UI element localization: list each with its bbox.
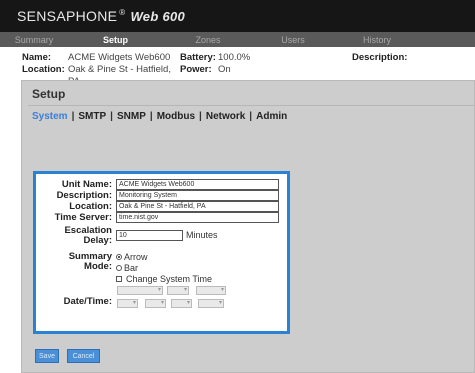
- battery-value: 100.0%: [218, 52, 251, 63]
- setup-subtabs: System | SMTP | SNMP | Modbus | Network …: [32, 111, 287, 122]
- subtab-system[interactable]: System: [32, 111, 68, 122]
- description-label: Description:: [56, 190, 112, 201]
- location-label: Location:: [22, 64, 65, 75]
- radio-selected-icon: [116, 254, 122, 260]
- nav-tab-summary[interactable]: Summary: [0, 32, 68, 47]
- main-nav: Summary Setup Zones Users History: [0, 32, 475, 47]
- datetime-label: Date/Time:: [63, 296, 112, 307]
- unit-name-input[interactable]: ACME Widgets Web600: [116, 179, 279, 190]
- time-server-label: Time Server:: [54, 212, 112, 223]
- mode-bar-label: Bar: [124, 263, 139, 273]
- subtab-modbus[interactable]: Modbus: [157, 111, 195, 122]
- top-bar: SENSAPHONE ® Web 600: [0, 0, 475, 32]
- mode-arrow-radio[interactable]: Arrow: [116, 252, 148, 262]
- change-time-label: Change System Time: [126, 274, 213, 284]
- escalation-delay-input[interactable]: 10: [116, 230, 183, 241]
- cancel-button[interactable]: Cancel: [67, 349, 100, 363]
- subtab-separator: |: [149, 111, 153, 122]
- location-value: Oak & Pine St - Hatfield, PA: [68, 64, 171, 87]
- system-form: Unit Name: ACME Widgets Web600 Descripti…: [33, 171, 290, 334]
- escalation-delay-label: Escalation Delay:: [64, 225, 112, 246]
- name-label: Name:: [22, 52, 52, 63]
- change-time-checkbox[interactable]: Change System Time: [116, 274, 212, 284]
- subtab-separator: |: [249, 111, 253, 122]
- time-server-input[interactable]: time.nist.gov: [116, 212, 279, 223]
- setup-panel: Setup System | SMTP | SNMP | Modbus | Ne…: [21, 80, 475, 373]
- subtab-smtp[interactable]: SMTP: [78, 111, 106, 122]
- hour-select[interactable]: [117, 299, 138, 308]
- nav-tab-zones[interactable]: Zones: [163, 32, 253, 47]
- escalation-unit: Minutes: [186, 230, 218, 240]
- brand-logo: SENSAPHONE ® Web 600: [17, 8, 185, 24]
- nav-tab-setup[interactable]: Setup: [68, 32, 163, 47]
- brand-name: SENSAPHONE: [17, 8, 118, 24]
- year-select[interactable]: [196, 286, 226, 295]
- brand-model: Web 600: [130, 9, 186, 24]
- battery-label: Battery:: [180, 52, 216, 63]
- subtab-separator: |: [110, 111, 113, 122]
- mode-bar-radio[interactable]: Bar: [116, 263, 138, 273]
- subtab-admin[interactable]: Admin: [256, 111, 287, 122]
- second-select[interactable]: [171, 299, 192, 308]
- power-label: Power:: [180, 64, 212, 75]
- description-label: Description:: [352, 52, 408, 63]
- power-value: On: [218, 64, 231, 75]
- panel-divider: [28, 105, 475, 106]
- description-input[interactable]: Monitoring System: [116, 190, 279, 201]
- subtab-snmp[interactable]: SNMP: [117, 111, 146, 122]
- mode-arrow-label: Arrow: [124, 252, 148, 262]
- location-input[interactable]: Oak & Pine St - Hatfield, PA: [116, 201, 279, 212]
- name-value: ACME Widgets Web600: [68, 52, 171, 63]
- minute-select[interactable]: [145, 299, 166, 308]
- subtab-separator: |: [71, 111, 75, 122]
- ampm-select[interactable]: [198, 299, 224, 308]
- nav-tab-history[interactable]: History: [333, 32, 421, 47]
- device-info: Name: ACME Widgets Web600 Battery: 100.0…: [22, 52, 408, 87]
- subtab-separator: |: [199, 111, 202, 122]
- radio-unselected-icon: [116, 265, 122, 271]
- day-select[interactable]: [167, 286, 189, 295]
- month-select[interactable]: [117, 286, 163, 295]
- checkbox-icon: [116, 276, 122, 282]
- nav-tab-users[interactable]: Users: [253, 32, 333, 47]
- location-label: Location:: [69, 201, 112, 212]
- summary-mode-label: Summary Mode:: [68, 251, 112, 272]
- panel-title: Setup: [32, 87, 66, 101]
- unit-name-label: Unit Name:: [61, 179, 112, 190]
- registered-mark: ®: [119, 8, 126, 17]
- subtab-network[interactable]: Network: [206, 111, 245, 122]
- save-button[interactable]: Save: [35, 349, 59, 363]
